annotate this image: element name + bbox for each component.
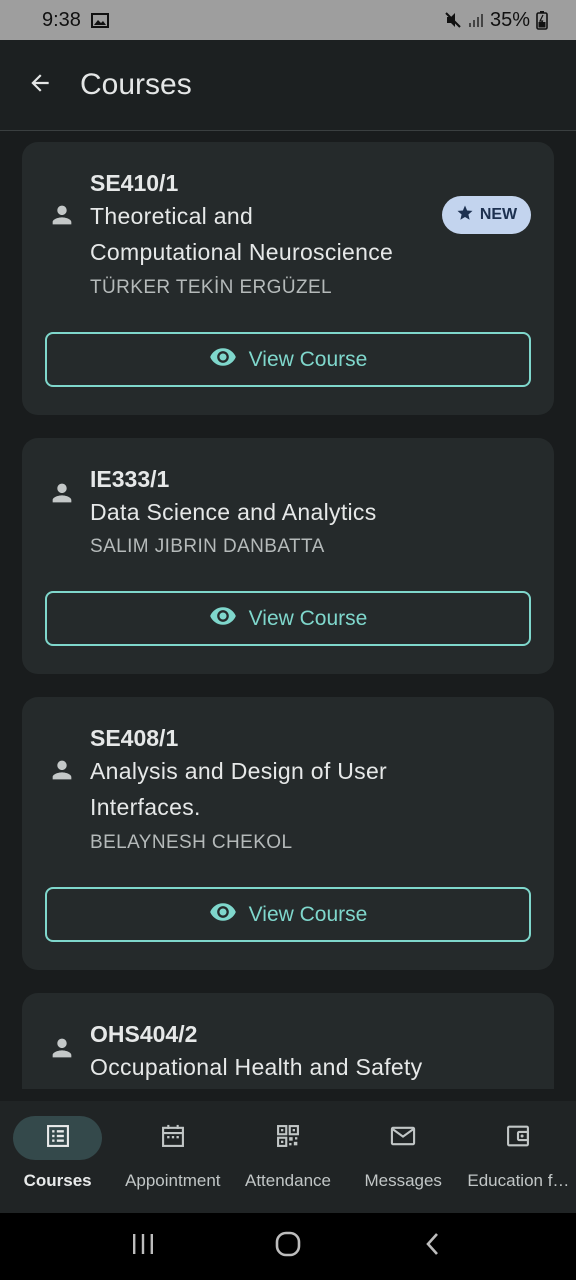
course-code: IE333/1 xyxy=(90,466,170,492)
signal-icon xyxy=(468,12,484,28)
course-code: SE408/1 xyxy=(90,725,179,751)
mail-icon xyxy=(388,1122,418,1155)
course-title-line: Interfaces. xyxy=(90,794,201,820)
recent-apps-button[interactable] xyxy=(113,1222,173,1272)
course-card: IE333/1 Data Science and Analytics SALIM… xyxy=(22,438,554,674)
course-title-line: Theoretical and xyxy=(90,203,254,229)
person-icon xyxy=(48,479,76,507)
course-card: OHS404/2 Occupational Health and Safety xyxy=(22,993,554,1089)
recent-apps-icon xyxy=(130,1232,156,1261)
course-title-line: Data Science and Analytics xyxy=(90,499,377,525)
nav-item-education-fee[interactable]: Education f… xyxy=(461,1101,576,1213)
view-course-label: View Course xyxy=(248,606,368,630)
new-badge: NEW xyxy=(442,196,531,234)
mute-icon xyxy=(444,11,462,29)
nav-label: Courses xyxy=(23,1171,92,1190)
star-icon xyxy=(456,204,474,227)
course-instructor: SALIM JIBRIN DANBATTA xyxy=(90,536,325,557)
gallery-notification-icon xyxy=(90,12,109,28)
nav-label: Messages xyxy=(364,1171,442,1190)
person-icon xyxy=(48,1034,76,1062)
course-instructor: BELAYNESH CHEKOL xyxy=(90,832,293,853)
system-navigation-bar xyxy=(0,1213,576,1280)
arrow-back-icon xyxy=(27,70,53,101)
course-title-line: Computational Neuroscience xyxy=(90,239,394,265)
course-code: SE410/1 xyxy=(90,170,179,196)
course-title-line: Occupational Health and Safety xyxy=(90,1054,423,1080)
battery-percent: 35% xyxy=(489,8,530,31)
nav-label: Appointment xyxy=(125,1171,221,1190)
qr-code-icon xyxy=(274,1122,302,1155)
status-time: 9:38 xyxy=(42,8,81,31)
status-bar: 9:38 35% xyxy=(0,0,576,40)
nav-item-messages[interactable]: Messages xyxy=(346,1101,461,1213)
nav-label: Education f… xyxy=(467,1171,570,1190)
chevron-left-icon xyxy=(423,1231,443,1262)
nav-item-attendance[interactable]: Attendance xyxy=(230,1101,345,1213)
wallet-icon xyxy=(504,1122,532,1155)
back-button[interactable] xyxy=(0,40,80,131)
nav-item-courses[interactable]: Courses xyxy=(0,1101,115,1213)
back-nav-button[interactable] xyxy=(403,1222,463,1272)
view-course-button[interactable]: View Course xyxy=(45,887,531,942)
person-icon xyxy=(48,756,76,784)
view-course-button[interactable]: View Course xyxy=(45,591,531,646)
bottom-navigation: Courses Appointment Attendance Messages xyxy=(0,1101,576,1213)
nav-item-appointment[interactable]: Appointment xyxy=(115,1101,230,1213)
status-icons: 35% xyxy=(444,9,548,32)
course-code: OHS404/2 xyxy=(90,1021,198,1047)
course-card: SE408/1 Analysis and Design of User Inte… xyxy=(22,697,554,970)
home-icon xyxy=(274,1230,302,1263)
list-alt-icon xyxy=(44,1122,72,1155)
home-button[interactable] xyxy=(258,1222,318,1272)
battery-charging-icon xyxy=(536,10,548,30)
view-course-button[interactable]: View Course xyxy=(45,332,531,387)
app-bar: Courses xyxy=(0,40,576,131)
course-card: SE410/1 Theoretical and Computational Ne… xyxy=(22,142,554,415)
eye-icon xyxy=(209,602,237,636)
page-title: Courses xyxy=(80,68,192,101)
nav-label: Attendance xyxy=(244,1171,331,1190)
view-course-label: View Course xyxy=(248,347,368,371)
eye-icon xyxy=(209,898,237,932)
course-instructor: TÜRKER TEKİN ERGÜZEL xyxy=(90,277,333,298)
new-badge-label: NEW xyxy=(479,206,518,223)
eye-icon xyxy=(209,343,237,377)
course-list[interactable]: SE410/1 Theoretical and Computational Ne… xyxy=(0,131,576,1089)
course-title-line: Analysis and Design of User xyxy=(90,758,388,784)
person-icon xyxy=(48,201,76,229)
calendar-icon xyxy=(159,1122,187,1155)
view-course-label: View Course xyxy=(248,902,368,926)
